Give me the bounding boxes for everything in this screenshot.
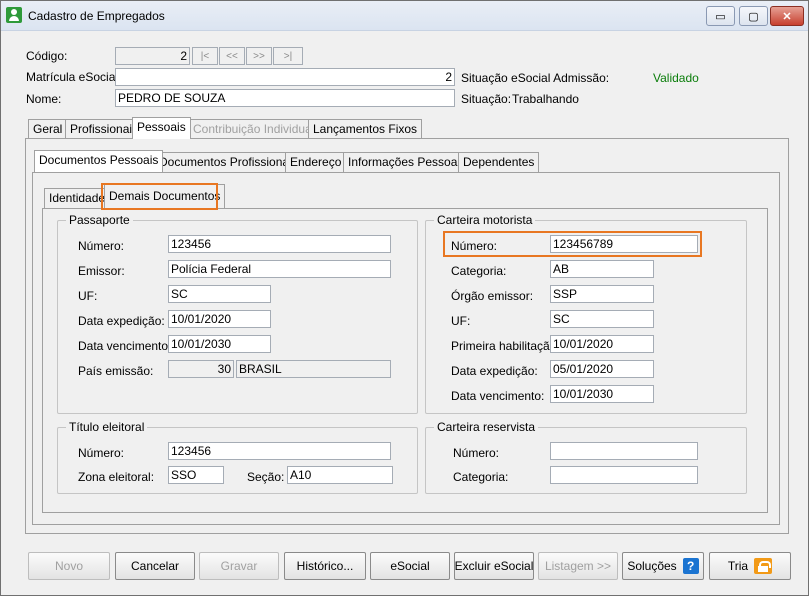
titulo-eleitoral-title: Título eleitoral [66, 420, 148, 434]
tab-contribuicao-individual[interactable]: Contribuição Individual [188, 119, 320, 139]
minimize-button[interactable]: ▭ [706, 6, 735, 26]
lock-icon [754, 558, 773, 574]
cnh-categoria-field[interactable]: AB [550, 260, 654, 278]
matricula-label: Matrícula eSocial: [26, 70, 122, 84]
carteira-reservista-title: Carteira reservista [434, 420, 539, 434]
passaporte-data-expedicao-field[interactable]: 10/01/2020 [168, 310, 271, 328]
demais-documentos-highlight [101, 183, 218, 210]
situacao-esocial-label: Situação eSocial Admissão: [461, 71, 610, 85]
passaporte-data-vencimento-label: Data vencimento: [78, 339, 172, 353]
title-bar: Cadastro de Empregados ▭ ▢ ✕ [1, 1, 808, 31]
codigo-field[interactable]: 2 [115, 47, 190, 65]
cnh-numero-field[interactable]: 123456789 [550, 235, 698, 253]
employee-window: Cadastro de Empregados ▭ ▢ ✕ Código: 2 |… [0, 0, 809, 596]
novo-button[interactable]: Novo [28, 552, 110, 580]
maximize-button[interactable]: ▢ [739, 6, 768, 26]
tab-informacoes-pessoais[interactable]: Informações Pessoais [343, 152, 472, 172]
titulo-secao-field[interactable]: A10 [287, 466, 393, 484]
passaporte-pais-label: País emissão: [78, 364, 154, 378]
cnh-uf-label: UF: [451, 314, 471, 328]
listagem-button[interactable]: Listagem >> [538, 552, 618, 580]
situacao-label: Situação: [461, 92, 512, 106]
tab-geral[interactable]: Geral [28, 119, 68, 139]
previous-record-button[interactable]: << [219, 47, 245, 65]
cnh-primeira-habilitacao-label: Primeira habilitação: [451, 339, 560, 353]
tab-documentos-pessoais[interactable]: Documentos Pessoais [34, 150, 164, 172]
cnh-data-expedicao-label: Data expedição: [451, 364, 538, 378]
titulo-numero-label: Número: [78, 446, 125, 460]
passaporte-numero-field[interactable]: 123456 [168, 235, 391, 253]
cnh-uf-field[interactable]: SC [550, 310, 654, 328]
nome-label: Nome: [26, 92, 62, 106]
passaporte-emissor-field[interactable]: Polícia Federal [168, 260, 391, 278]
cnh-data-expedicao-field[interactable]: 05/01/2020 [550, 360, 654, 378]
passaporte-title: Passaporte [66, 213, 133, 227]
reservista-categoria-field[interactable] [550, 466, 698, 484]
cnh-primeira-habilitacao-field[interactable]: 10/01/2020 [550, 335, 654, 353]
cnh-data-vencimento-label: Data vencimento: [451, 389, 545, 403]
matricula-field[interactable]: 2 [115, 68, 455, 86]
situacao-esocial-value: Validado [653, 71, 699, 85]
cnh-data-vencimento-field[interactable]: 10/01/2030 [550, 385, 654, 403]
close-button[interactable]: ✕ [770, 6, 804, 26]
excluir-esocial-button[interactable]: Excluir eSocial [454, 552, 534, 580]
passaporte-pais-codigo-field[interactable]: 30 [168, 360, 234, 378]
solucoes-button[interactable]: Soluções ? [622, 552, 704, 580]
first-record-button[interactable]: |< [192, 47, 218, 65]
cnh-orgao-label: Órgão emissor: [451, 289, 534, 303]
tria-label: Tria [727, 559, 749, 573]
reservista-categoria-label: Categoria: [453, 470, 509, 484]
cnh-orgao-field[interactable]: SSP [550, 285, 654, 303]
passaporte-data-vencimento-field[interactable]: 10/01/2030 [168, 335, 271, 353]
passaporte-data-expedicao-label: Data expedição: [78, 314, 165, 328]
passaporte-pais-nome-field: BRASIL [236, 360, 391, 378]
help-icon: ? [682, 558, 699, 574]
reservista-numero-field[interactable] [550, 442, 698, 460]
gravar-button[interactable]: Gravar [199, 552, 279, 580]
tab-pessoais[interactable]: Pessoais [132, 117, 191, 139]
historico-button[interactable]: Histórico... [284, 552, 366, 580]
solucoes-label: Soluções [627, 559, 677, 573]
cnh-numero-label: Número: [451, 239, 498, 253]
titulo-secao-label: Seção: [247, 470, 285, 484]
tab-documentos-profissionais[interactable]: Documentos Profissionais [154, 152, 303, 172]
codigo-label: Código: [26, 49, 68, 63]
passaporte-numero-label: Número: [78, 239, 125, 253]
tab-endereco[interactable]: Endereço [285, 152, 347, 172]
nome-field[interactable]: PEDRO DE SOUZA [115, 89, 455, 107]
titulo-numero-field[interactable]: 123456 [168, 442, 391, 460]
employee-app-icon [6, 7, 22, 23]
esocial-button[interactable]: eSocial [370, 552, 450, 580]
reservista-numero-label: Número: [453, 446, 500, 460]
passaporte-emissor-label: Emissor: [78, 264, 125, 278]
next-record-button[interactable]: >> [246, 47, 272, 65]
cnh-categoria-label: Categoria: [451, 264, 507, 278]
titulo-zona-label: Zona eleitoral: [78, 470, 155, 484]
last-record-button[interactable]: >| [273, 47, 303, 65]
tab-dependentes[interactable]: Dependentes [458, 152, 540, 172]
cancelar-button[interactable]: Cancelar [115, 552, 195, 580]
titulo-zona-field[interactable]: SSO [168, 466, 224, 484]
carteira-motorista-title: Carteira motorista [434, 213, 536, 227]
window-title: Cadastro de Empregados [28, 9, 165, 23]
situacao-value: Trabalhando [512, 92, 579, 106]
tab-lancamentos-fixos[interactable]: Lançamentos Fixos [308, 119, 423, 139]
passaporte-uf-label: UF: [78, 289, 98, 303]
tria-button[interactable]: Tria [709, 552, 791, 580]
passaporte-uf-field[interactable]: SC [168, 285, 271, 303]
